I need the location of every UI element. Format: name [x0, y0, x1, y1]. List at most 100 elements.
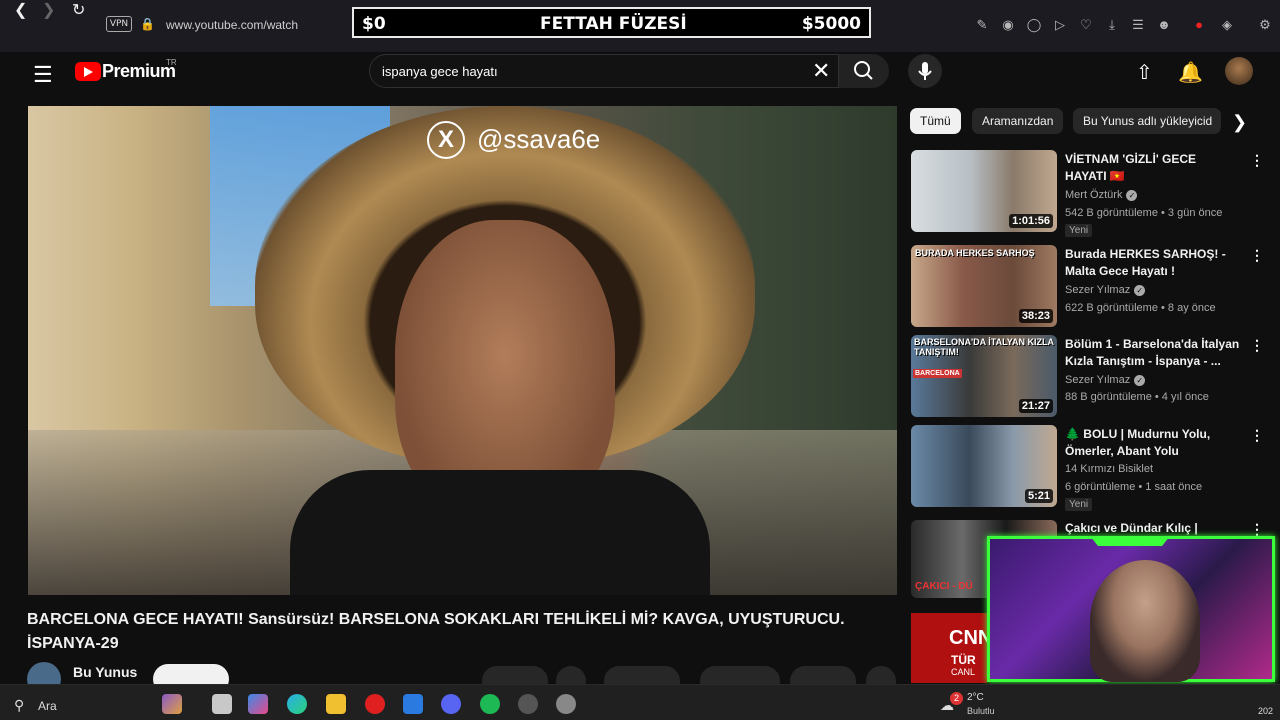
notifications-bell-icon[interactable]: 🔔: [1178, 60, 1203, 85]
opera-icon[interactable]: [365, 694, 385, 714]
webcam-frame-accent: [1090, 536, 1170, 546]
play-icon[interactable]: ▷: [1051, 16, 1069, 34]
chip-from-search[interactable]: Aramanızdan: [972, 108, 1064, 134]
recommendation-title[interactable]: 🌲 BOLU | Mudurnu Yolu, Ömerler, Abant Yo…: [1065, 426, 1240, 460]
cnn-logo: CNN: [949, 627, 993, 649]
more-options-icon[interactable]: ⋮: [1250, 247, 1264, 264]
recommendation-thumbnail[interactable]: BURADA HERKES SARHOŞ 38:23: [911, 245, 1057, 327]
weather-temp[interactable]: 2°C: [967, 692, 984, 703]
webcam-streamer: [1090, 560, 1200, 682]
video-watermark: @ssava6e: [477, 124, 601, 154]
notification-count: 2: [950, 692, 963, 705]
mail-icon[interactable]: [403, 694, 423, 714]
upload-icon[interactable]: ⇧: [1136, 60, 1153, 85]
recommendation-channel[interactable]: Sezer Yılmaz ✓: [1065, 374, 1146, 386]
spotify-icon[interactable]: [480, 694, 500, 714]
vpn-badge[interactable]: VPN: [106, 16, 132, 32]
cube-icon[interactable]: ◈: [1218, 16, 1236, 34]
stream-goal-banner: $0 FETTAH FÜZESİ $5000: [352, 7, 871, 38]
thumbnail-text: BURADA HERKES SARHOŞ: [915, 248, 1035, 258]
clock[interactable]: 202: [1258, 706, 1273, 716]
channel-label: Sezer Yılmaz: [1065, 284, 1131, 296]
logo-text[interactable]: Premium: [102, 61, 176, 82]
goal-title: FETTAH FÜZESİ: [540, 14, 687, 34]
recommendation-meta: 6 görüntüleme • 1 saat önce: [1065, 481, 1203, 493]
widgets-icon[interactable]: [162, 694, 182, 714]
verified-icon: ✓: [1126, 189, 1138, 201]
recommendation-meta: 622 B görüntüleme • 8 ay önce: [1065, 302, 1216, 314]
recommendation-thumbnail[interactable]: 5:21: [911, 425, 1057, 507]
search-icon: [854, 61, 873, 80]
reload-icon[interactable]: ↻: [72, 0, 85, 20]
search-icon[interactable]: ⚲: [14, 697, 24, 714]
verified-icon: ✓: [1134, 374, 1146, 386]
duration-badge: 21:27: [1018, 399, 1053, 413]
cnn-sub2: CANL: [951, 667, 976, 677]
shield-icon[interactable]: ◯: [1025, 16, 1043, 34]
windows-taskbar: [0, 684, 1280, 720]
voice-search-button[interactable]: [908, 54, 942, 88]
chip-all[interactable]: Tümü: [910, 108, 961, 134]
duration-badge: 5:21: [1024, 489, 1053, 503]
camera-icon[interactable]: ◉: [999, 16, 1017, 34]
recommendation-meta: 542 B görüntüleme • 3 gün önce: [1065, 207, 1223, 219]
search-input[interactable]: [380, 63, 800, 80]
channel-label: Sezer Yılmaz: [1065, 374, 1131, 386]
logo-region: TR: [166, 58, 177, 67]
back-icon[interactable]: ❮: [14, 0, 27, 20]
recommendation-title[interactable]: Bölüm 1 - Barselona'da İtalyan Kızla Tan…: [1065, 336, 1240, 370]
recommendation-channel[interactable]: 14 Kırmızı Bisiklet: [1065, 463, 1153, 475]
logo-play-icon: [84, 67, 93, 77]
chevron-right-icon[interactable]: ❯: [1232, 112, 1247, 133]
app-icon[interactable]: ⚙: [1256, 16, 1274, 34]
channel-name[interactable]: Bu Yunus: [73, 664, 137, 680]
profile-icon[interactable]: ☻: [1155, 16, 1173, 34]
x-logo-icon: X: [427, 121, 465, 159]
edge-icon[interactable]: [287, 694, 307, 714]
recommendation-title[interactable]: VİETNAM 'GİZLİ' GECE HAYATI 🇻🇳: [1065, 151, 1240, 185]
clear-search-icon[interactable]: ✕: [812, 58, 830, 84]
recommendation-channel[interactable]: Mert Öztürk ✓: [1065, 189, 1138, 201]
mic-icon: [918, 62, 932, 80]
edit-icon[interactable]: ✎: [973, 16, 991, 34]
download-icon[interactable]: ⤓: [1103, 16, 1121, 34]
recommendation-title[interactable]: Burada HERKES SARHOŞ! - Malta Gece Hayat…: [1065, 246, 1240, 280]
copilot-icon[interactable]: [248, 694, 268, 714]
heart-icon[interactable]: ♡: [1077, 16, 1095, 34]
thumbnail-tag: BARCELONA: [913, 369, 962, 378]
extension-icon[interactable]: ●: [1190, 16, 1208, 34]
list-icon[interactable]: ☰: [1129, 16, 1147, 34]
search-button[interactable]: [839, 54, 889, 88]
hamburger-menu-icon[interactable]: ☰: [33, 62, 53, 88]
recommendation-thumbnail[interactable]: BARSELONA'DA İTALYAN KIZLA TANIŞTIM! BAR…: [911, 335, 1057, 417]
thumbnail-text: ÇAKICI - DÜ: [915, 581, 973, 592]
cnn-turk-thumbnail[interactable]: CNN TÜR CANL: [911, 613, 992, 683]
recommendation-title[interactable]: Çakıcı ve Dündar Kılıç |: [1065, 520, 1240, 537]
verified-icon: ✓: [1134, 284, 1146, 296]
weather-desc[interactable]: Bulutlu: [967, 706, 995, 716]
video-scene-shirt: [290, 470, 710, 595]
more-options-icon[interactable]: ⋮: [1250, 152, 1264, 169]
discord-icon[interactable]: [441, 694, 461, 714]
new-badge: Yeni: [1065, 224, 1093, 237]
cnn-sub: TÜR: [951, 653, 976, 667]
recommendation-meta: 88 B görüntüleme • 4 yıl önce: [1065, 391, 1209, 403]
duration-badge: 38:23: [1018, 309, 1053, 323]
recommendation-channel[interactable]: Sezer Yılmaz ✓: [1065, 284, 1146, 296]
more-options-icon[interactable]: ⋮: [1250, 337, 1264, 354]
taskbar-search[interactable]: Ara: [38, 699, 57, 713]
chip-from-uploader[interactable]: Bu Yunus adlı yükleyicid: [1073, 108, 1221, 134]
obs-icon[interactable]: [518, 694, 538, 714]
duration-badge: 1:01:56: [1009, 214, 1053, 228]
forward-icon[interactable]: ❯: [42, 0, 55, 20]
media-player-icon[interactable]: [556, 694, 576, 714]
folder-icon[interactable]: [326, 694, 346, 714]
address-bar[interactable]: www.youtube.com/watch: [166, 18, 298, 32]
lock-icon[interactable]: 🔒: [140, 17, 155, 31]
recommendation-thumbnail[interactable]: 1:01:56: [911, 150, 1057, 232]
goal-current-amount: $0: [362, 14, 386, 34]
account-avatar[interactable]: [1225, 57, 1253, 85]
more-options-icon[interactable]: ⋮: [1250, 427, 1264, 444]
file-icon[interactable]: [212, 694, 232, 714]
thumbnail-text: BARSELONA'DA İTALYAN KIZLA TANIŞTIM!: [914, 337, 1054, 357]
